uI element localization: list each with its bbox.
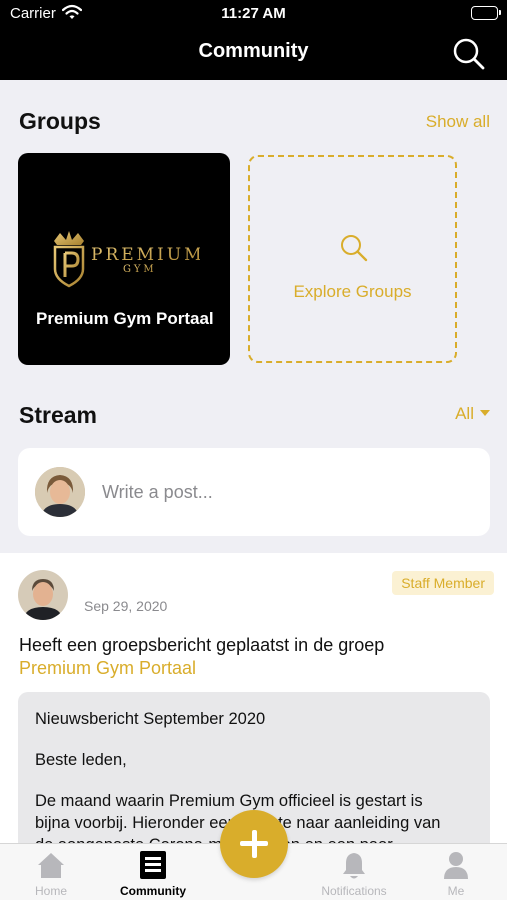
feed-icon [139, 850, 167, 883]
bell-icon [339, 850, 369, 883]
post-body-title: Nieuwsbericht September 2020 [35, 710, 266, 728]
staff-member-badge: Staff Member [392, 571, 494, 595]
post-action-text: Heeft een groepsbericht geplaatst in de … [19, 635, 385, 655]
clock: 11:27 AM [221, 5, 286, 22]
avatar[interactable] [18, 570, 68, 620]
tab-label: Notifications [321, 884, 387, 898]
search-icon [453, 38, 485, 70]
explore-groups-card[interactable]: Explore Groups [248, 155, 457, 363]
tab-label: Me [447, 884, 465, 898]
post-date: Sep 29, 2020 [84, 598, 168, 614]
tab-label: Community [120, 884, 186, 898]
composer-placeholder: Write a post... [102, 482, 213, 502]
caret-down-icon [480, 410, 490, 416]
tab-notifications[interactable]: Notifications [303, 844, 405, 900]
post-body-line: De maand waarin Premium Gym officieel is… [35, 792, 423, 810]
status-bar: Carrier 11:27 AM [0, 0, 507, 28]
explore-groups-label: Explore Groups [293, 282, 412, 301]
svg-text:PREMIUM: PREMIUM [91, 245, 200, 265]
create-post-button[interactable] [220, 810, 288, 878]
home-icon [36, 850, 66, 883]
post-group-link[interactable]: Premium Gym Portaal [19, 658, 196, 679]
person-icon [441, 850, 471, 883]
avatar [35, 467, 85, 517]
stream-filter-dropdown[interactable]: All [455, 404, 490, 424]
search-icon [339, 233, 369, 268]
tab-label: Home [34, 884, 67, 898]
post-composer[interactable]: Write a post... [18, 448, 490, 536]
show-all-link[interactable]: Show all [426, 112, 490, 132]
search-button[interactable] [451, 36, 487, 72]
tab-community[interactable]: Community [102, 844, 204, 900]
tab-me[interactable]: Me [405, 844, 507, 900]
svg-text:GYM: GYM [123, 264, 157, 275]
page-title: Community [198, 40, 309, 62]
premium-gym-logo: PREMIUM GYM [50, 231, 202, 294]
post-body-greeting: Beste leden, [35, 751, 127, 769]
tab-home[interactable]: Home [0, 844, 102, 900]
group-name: Premium Gym Portaal [36, 309, 214, 328]
battery-icon [471, 6, 501, 20]
stream-post[interactable]: Sep 29, 2020 Staff Member Heeft een groe… [0, 553, 507, 843]
group-card-premium-gym[interactable]: PREMIUM GYM Premium Gym Portaal [18, 153, 230, 365]
groups-heading: Groups [19, 108, 101, 134]
nav-bar: Community [0, 28, 507, 80]
stream-heading: Stream [19, 402, 97, 428]
stream-filter-label: All [455, 404, 474, 423]
